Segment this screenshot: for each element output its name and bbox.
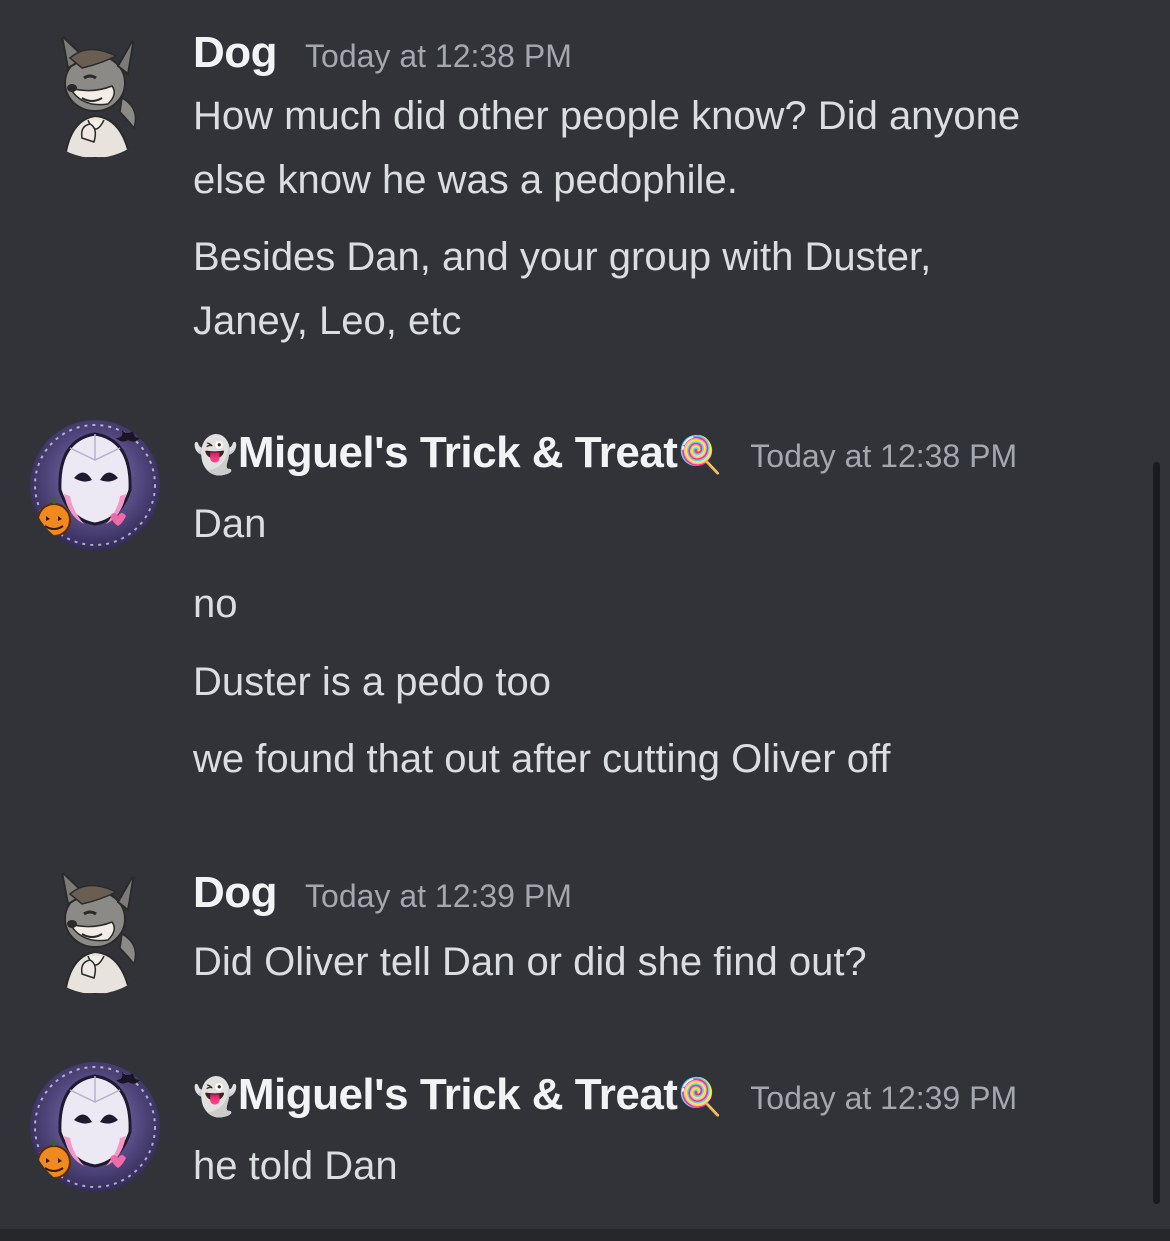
timestamp[interactable]: Today at 12:39 PM — [750, 1080, 1017, 1117]
username[interactable]: Dog — [193, 868, 278, 918]
username[interactable]: Miguel's Trick & Treat — [238, 1070, 678, 1120]
message-header: 👻 Miguel's Trick & Treat 🍭 Today at 12:3… — [193, 1070, 1017, 1120]
message-text: Duster is a pedo too — [193, 660, 551, 704]
message-text: we found that out after cutting Oliver o… — [193, 737, 891, 781]
username[interactable]: Miguel's Trick & Treat — [238, 428, 678, 478]
scrollbar[interactable] — [1153, 462, 1160, 1204]
message-header: Dog Today at 12:38 PM — [193, 28, 572, 78]
ghost-icon: 👻 — [193, 1076, 238, 1117]
chat-log: Dog Today at 12:38 PM How much did other… — [0, 0, 1170, 1241]
ghost-spider-halloween-icon — [30, 420, 160, 550]
message-text: he told Dan — [193, 1144, 398, 1188]
wolf-character-icon — [30, 864, 160, 994]
miguel-avatar[interactable] — [30, 1062, 160, 1192]
message-text: How much did other people know? Did anyo… — [193, 94, 1021, 138]
timestamp[interactable]: Today at 12:38 PM — [305, 38, 572, 75]
dog-avatar[interactable] — [30, 28, 160, 158]
ghost-icon: 👻 — [193, 434, 238, 475]
bottom-divider — [0, 1229, 1170, 1241]
lollipop-icon: 🍭 — [677, 1076, 723, 1117]
message-header: 👻 Miguel's Trick & Treat 🍭 Today at 12:3… — [193, 428, 1017, 478]
timestamp[interactable]: Today at 12:39 PM — [305, 878, 572, 915]
message-header: Dog Today at 12:39 PM — [193, 868, 572, 918]
timestamp[interactable]: Today at 12:38 PM — [750, 438, 1017, 475]
lollipop-icon: 🍭 — [677, 434, 723, 475]
miguel-avatar[interactable] — [30, 420, 160, 550]
message-text: Janey, Leo, etc — [193, 299, 462, 343]
message-text: else know he was a pedophile. — [193, 158, 738, 202]
dog-avatar[interactable] — [30, 864, 160, 994]
username[interactable]: Dog — [193, 28, 278, 78]
wolf-character-icon — [30, 28, 160, 158]
message-text: Besides Dan, and your group with Duster, — [193, 235, 932, 279]
ghost-spider-halloween-icon — [30, 1062, 160, 1192]
message-text: no — [193, 582, 238, 626]
message-text: Dan — [193, 502, 267, 546]
message-text: Did Oliver tell Dan or did she find out? — [193, 940, 867, 984]
